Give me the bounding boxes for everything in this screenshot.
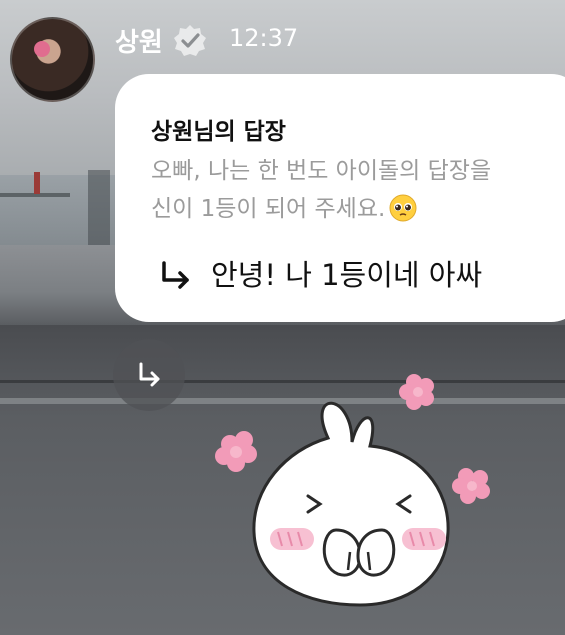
- profile-avatar[interactable]: [10, 17, 95, 102]
- blurred-post: [88, 170, 110, 250]
- lighthouse: [34, 172, 40, 194]
- quoted-message: 오빠, 나는 한 번도 아이돌의 답장을 신이 1등이 되어 주세요.: [151, 152, 565, 228]
- pink-flower-left: [215, 431, 257, 472]
- post-time: 12:37: [229, 24, 299, 52]
- username[interactable]: 상원: [115, 22, 163, 59]
- shy-bunny-sticker: [215, 374, 490, 607]
- pink-flower-top: [399, 374, 434, 410]
- reply-card[interactable]: 상원님의 답장 오빠, 나는 한 번도 아이돌의 답장을 신이 1등이 되어 주…: [115, 74, 565, 322]
- avatar-detail: [34, 41, 50, 57]
- pink-flower-right: [452, 468, 490, 504]
- quoted-line-2: 신이 1등이 되어 주세요.: [151, 196, 386, 222]
- reply-button[interactable]: [113, 339, 185, 411]
- quoted-line-2-wrap: 신이 1등이 되어 주세요.: [151, 190, 565, 228]
- reply-card-title: 상원님의 답장: [151, 119, 286, 145]
- verified-check-icon: [174, 25, 206, 56]
- quoted-line-1: 오빠, 나는 한 번도 아이돌의 답장을: [151, 158, 492, 184]
- pleading-face-emoji: [389, 194, 417, 222]
- reply-arrow-icon: [162, 261, 189, 289]
- reply-arrow-icon: [139, 362, 160, 387]
- reply-answer: 안녕! 나 1등이네 아싸: [211, 258, 483, 292]
